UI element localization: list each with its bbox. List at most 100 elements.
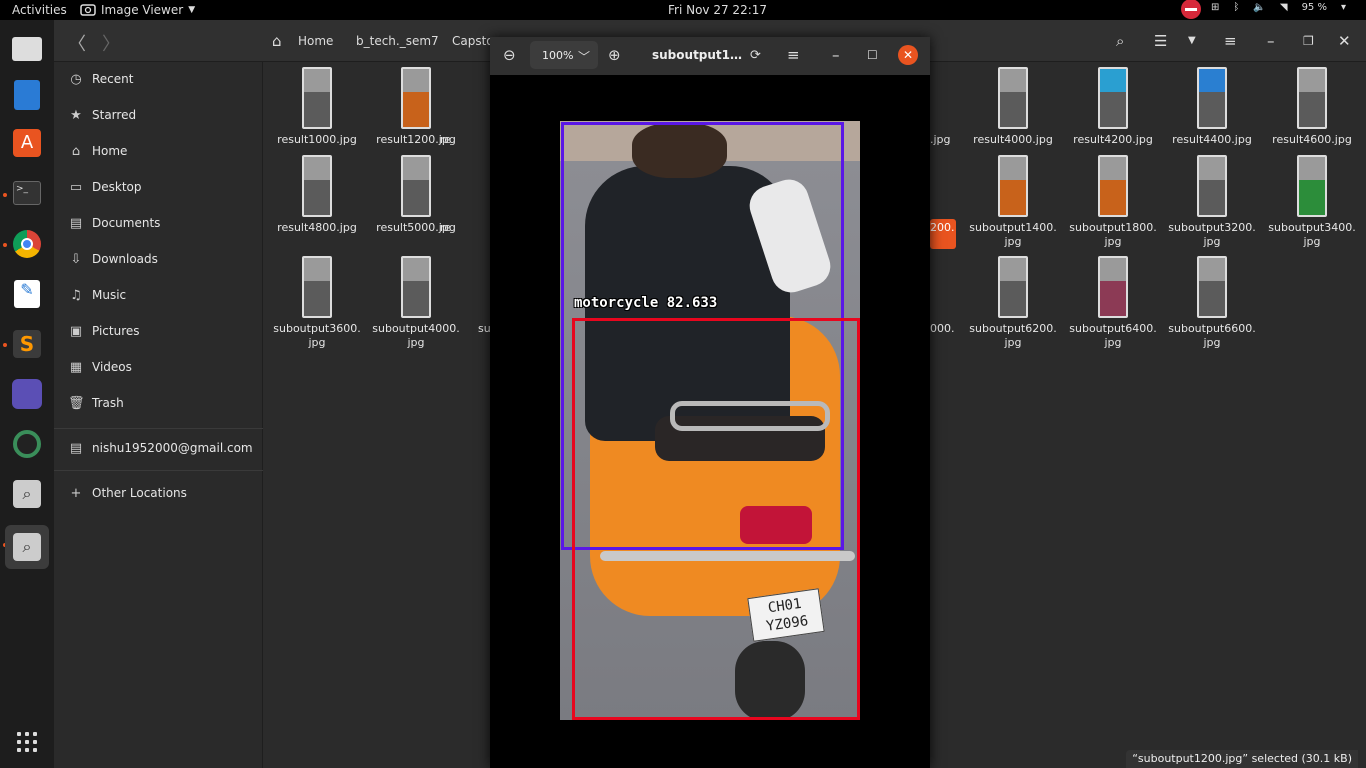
breadcrumb-folder[interactable]: b_tech._sem7 <box>356 34 439 48</box>
close-button[interactable]: ✕ <box>898 45 918 65</box>
image-viewer-window: ⊖ 100% ﹀ ⊕ suboutput1… ⟳ ≡ – ☐ ✕ CH01 YZ… <box>490 37 930 768</box>
sublime-icon[interactable]: S <box>9 326 45 362</box>
file-item-selected[interactable]: 200. <box>930 219 956 249</box>
file-item[interactable]: suboutput1800. jpg <box>1068 155 1158 249</box>
viewer-title: suboutput1… <box>652 48 743 62</box>
file-item[interactable]: suboutput3200. jpg <box>1167 155 1257 249</box>
search-icon[interactable]: ⌕ <box>1116 32 1124 50</box>
network-app-icon[interactable] <box>9 376 45 412</box>
minimize-icon[interactable]: – <box>832 46 840 64</box>
software-icon[interactable]: A <box>9 125 45 161</box>
file-name: result4600.jpg <box>1272 133 1352 146</box>
forward-button[interactable]: 〉 <box>102 30 120 56</box>
pictures-icon: ▣ <box>69 323 83 339</box>
sidebar-item-home[interactable]: ⌂ Home <box>54 135 263 167</box>
list-view-icon[interactable]: ☰ <box>1154 32 1167 50</box>
files-icon[interactable] <box>9 31 45 67</box>
image-viewer-icon[interactable]: ⌕ <box>5 525 49 569</box>
file-thumbnail <box>302 155 332 217</box>
file-name: suboutput6400. jpg <box>1069 322 1157 349</box>
file-name: suboutput6600. jpg <box>1168 322 1256 349</box>
sidebar-item-recent[interactable]: ◷ Recent <box>54 63 263 95</box>
selection-status: “suboutput1200.jpg” selected (30.1 kB) <box>1126 750 1358 768</box>
file-thumbnail <box>998 155 1028 217</box>
breadcrumb-home[interactable]: Home <box>298 34 333 48</box>
sidebar-item-trash[interactable]: 🗑 Trash <box>54 387 263 419</box>
file-name: suboutput1800. jpg <box>1069 221 1157 248</box>
back-button[interactable]: 〈 <box>68 30 86 56</box>
chevron-down-icon[interactable]: ﹀ <box>578 48 590 65</box>
restore-icon[interactable]: ❐ <box>1303 34 1314 48</box>
file-item[interactable]: re <box>440 133 490 147</box>
detection-label: motorcycle 82.633 <box>574 295 718 311</box>
file-name: result4000.jpg <box>973 133 1053 146</box>
sidebar-item-account[interactable]: ▤ nishu1952000@gmail.com <box>54 432 263 464</box>
terminal-icon[interactable]: >_ <box>9 175 45 211</box>
view-options-icon[interactable]: ▼ <box>1188 35 1196 46</box>
minimize-icon[interactable]: – <box>1267 32 1275 50</box>
file-item[interactable]: .jpg <box>930 133 960 147</box>
file-item[interactable]: result4600.jpg <box>1267 67 1357 147</box>
online-account-icon: ▤ <box>69 440 83 456</box>
file-item[interactable]: suboutput1400. jpg <box>968 155 1058 249</box>
home-icon[interactable]: ⌂ <box>272 32 282 50</box>
camera-app-icon[interactable] <box>9 426 45 462</box>
maximize-icon[interactable]: ☐ <box>867 48 878 62</box>
desktop-icon: ▭ <box>69 179 83 195</box>
file-item[interactable]: result4200.jpg <box>1068 67 1158 147</box>
file-item[interactable]: suboutput3600. jpg <box>272 256 362 350</box>
file-item[interactable]: result4400.jpg <box>1167 67 1257 147</box>
file-name: result4400.jpg <box>1172 133 1252 146</box>
file-item[interactable]: suboutput6200. jpg <box>968 256 1058 350</box>
system-status-area[interactable]: ⊞ ᛒ 🔈 ◥ 95 % ▾ <box>1211 2 1346 13</box>
file-item[interactable]: suboutput6600. jpg <box>1167 256 1257 350</box>
sidebar-item-documents[interactable]: ▤ Documents <box>54 207 263 239</box>
clock[interactable]: Fri Nov 27 22:17 <box>668 3 767 17</box>
chevron-down-icon: ▾ <box>1340 2 1346 13</box>
plus-icon: + <box>70 485 82 501</box>
file-item[interactable]: result4800.jpg <box>272 155 362 235</box>
file-name: suboutput4000. jpg <box>372 322 460 349</box>
sidebar-item-pictures[interactable]: ▣ Pictures <box>54 315 263 347</box>
file-item[interactable]: result1000.jpg <box>272 67 362 147</box>
sidebar-item-videos[interactable]: ▦ Videos <box>54 351 263 383</box>
file-item[interactable]: re <box>440 221 490 235</box>
do-not-disturb-icon[interactable] <box>1181 0 1201 19</box>
file-item[interactable]: 000. <box>930 322 960 336</box>
app-menu[interactable]: Image Viewer ▼ <box>80 3 195 17</box>
file-item[interactable]: suboutput3400. jpg <box>1267 155 1357 249</box>
file-item[interactable]: suboutput4000. jpg <box>371 256 461 350</box>
chevron-down-icon: ▼ <box>188 5 196 15</box>
zoom-in-icon[interactable]: ⊕ <box>608 46 621 64</box>
sidebar-item-other-locations[interactable]: + Other Locations <box>54 477 263 509</box>
menu-icon[interactable]: ≡ <box>787 46 800 64</box>
zoom-out-icon[interactable]: ⊖ <box>503 46 516 64</box>
file-name: .jpg <box>930 133 951 146</box>
file-name: re <box>440 133 452 146</box>
file-thumbnail <box>401 256 431 318</box>
file-name: result4800.jpg <box>277 221 357 234</box>
sidebar-item-music[interactable]: ♫ Music <box>54 279 263 311</box>
show-applications-icon[interactable] <box>17 732 37 752</box>
file-thumbnail <box>302 67 332 129</box>
file-thumbnail <box>1197 155 1227 217</box>
text-editor-icon[interactable]: ✎ <box>9 276 45 312</box>
activities-button[interactable]: Activities <box>12 3 67 17</box>
close-icon[interactable]: ✕ <box>1338 32 1351 50</box>
sidebar-item-downloads[interactable]: ⇩ Downloads <box>54 243 263 275</box>
writer-icon[interactable] <box>9 77 45 113</box>
file-name: suboutput6200. jpg <box>969 322 1057 349</box>
chrome-icon[interactable] <box>9 226 45 262</box>
rotate-icon[interactable]: ⟳ <box>750 48 761 63</box>
file-item[interactable]: suboutput6400. jpg <box>1068 256 1158 350</box>
zoom-value: 100% <box>542 48 574 62</box>
clock-icon: ◷ <box>70 71 82 87</box>
sidebar-item-starred[interactable]: ★ Starred <box>54 99 263 131</box>
file-item[interactable]: result4000.jpg <box>968 67 1058 147</box>
sidebar-item-desktop[interactable]: ▭ Desktop <box>54 171 263 203</box>
search-app-icon[interactable]: ⌕ <box>9 476 45 512</box>
zoom-select[interactable]: 100% ﹀ <box>530 41 598 69</box>
file-thumbnail <box>1297 67 1327 129</box>
menu-icon[interactable]: ≡ <box>1224 32 1237 50</box>
sidebar-item-label: Other Locations <box>92 486 187 500</box>
